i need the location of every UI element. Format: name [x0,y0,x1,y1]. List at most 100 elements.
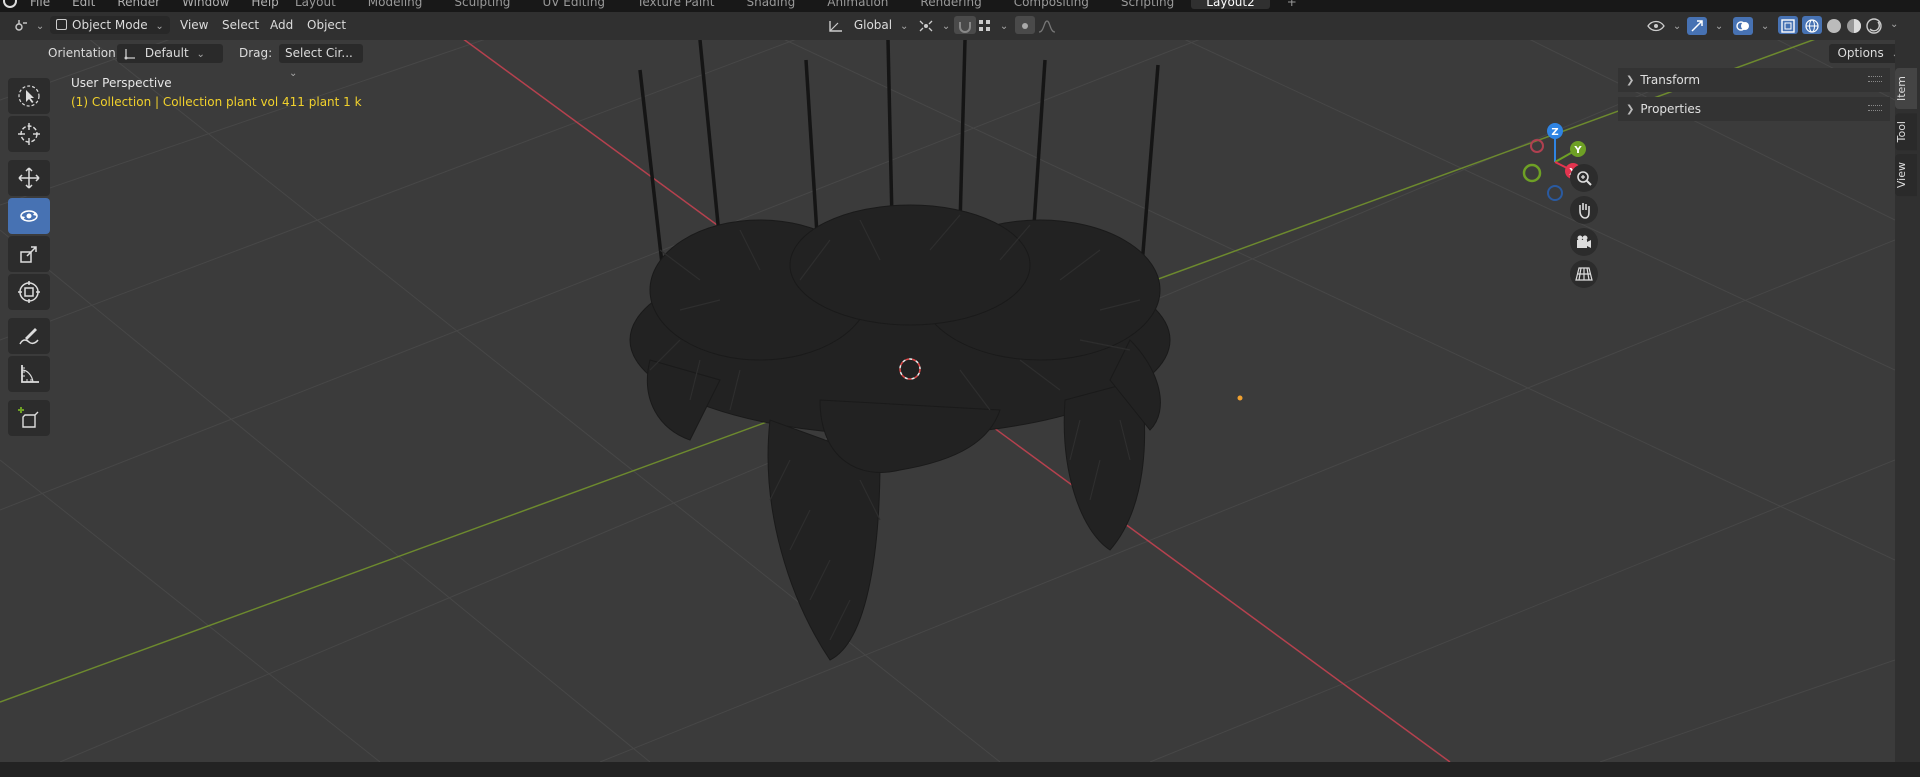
gizmo-neg-z-axis[interactable] [1547,185,1563,201]
snap-toggle[interactable] [954,16,976,34]
3d-viewport[interactable]: User Perspective (1) Collection | Collec… [0,40,1895,762]
select-tool[interactable] [8,78,50,114]
sidebar-tabs: Item Tool View [1895,68,1920,201]
overlays-toggle[interactable] [1733,16,1769,35]
editor-type-button[interactable] [12,16,44,34]
gizmo-neg-x-axis[interactable] [1530,139,1544,153]
xray-icon [1781,18,1795,33]
menu-select[interactable]: Select [222,16,259,34]
drag-handle-icon[interactable] [1868,105,1882,111]
perspective-label: User Perspective [71,76,172,90]
eye-icon [1647,20,1665,31]
orientation-icon [829,20,842,32]
tool-settings-bar: Orientation: Default Drag: Select Cir...… [0,40,1920,66]
orientation-label: Global [853,18,893,32]
perspective-ortho-icon[interactable] [1570,260,1598,288]
gizmo-y-label: Y [1573,145,1582,156]
tab-modeling[interactable]: Modeling [353,0,438,9]
tab-shading[interactable]: Shading [731,0,810,9]
tab-item[interactable]: Item [1895,68,1917,110]
overlays-icon [1733,16,1753,35]
tab-view[interactable]: View [1895,154,1917,197]
transform-tool[interactable] [8,274,50,310]
gizmo-icon [1687,16,1707,35]
mode-label: Object Mode [72,18,148,32]
menu-view[interactable]: View [180,16,208,34]
viewport-header: Object Mode View Select Add Object Globa… [0,12,1920,38]
pan-hand-icon[interactable] [1570,196,1598,224]
add-cube-tool[interactable] [8,400,50,436]
workspace-tabs: Layout Modeling Sculpting UV Editing Tex… [280,0,1312,9]
pivot-point-dropdown[interactable] [918,16,950,34]
chevron-right-icon: ❯ [1626,74,1635,86]
tab-uv-editing[interactable]: UV Editing [527,0,620,9]
tab-sculpting[interactable]: Sculpting [439,0,525,9]
status-bar [0,762,1920,777]
tab-texture-paint[interactable]: Texture Paint [622,0,729,9]
tab-rendering[interactable]: Rendering [905,0,996,9]
rendered-sphere-icon [1866,17,1882,34]
falloff-curve-icon [1038,19,1056,33]
add-workspace-button[interactable]: + [1272,0,1312,9]
menu-render[interactable]: Render [113,0,164,9]
annotate-tool[interactable] [8,318,50,354]
gizmo-z-label: Z [1551,127,1558,138]
proportional-editing-toggle[interactable] [1015,16,1035,34]
main-menu: File Edit Render Window Help [26,0,283,9]
mode-dropdown[interactable]: Object Mode [50,16,170,34]
panel-properties[interactable]: ❯ Properties [1618,97,1890,121]
transform-orientation-dropdown[interactable]: Global [828,16,908,34]
annotate-icon [19,328,39,345]
move-tool[interactable] [8,160,50,196]
snap-target-dropdown[interactable] [978,16,1008,34]
panel-transform-label: Transform [1640,73,1701,87]
tab-tool[interactable]: Tool [1895,113,1917,151]
solid-shading-button[interactable] [1826,16,1842,34]
shading-options-dropdown[interactable]: ⌄ [1890,16,1898,34]
drag-label: Drag: [239,46,273,60]
orientation-dropdown[interactable]: Default [117,44,223,63]
collection-label: (1) Collection | Collection plant vol 41… [71,95,362,109]
options-label: Options [1837,46,1884,60]
measure-tool[interactable] [8,356,50,392]
menu-help[interactable]: Help [247,0,282,9]
rotate-tool[interactable] [8,198,50,234]
scale-tool[interactable] [8,236,50,272]
pivot-icon [919,20,933,31]
panel-properties-label: Properties [1640,102,1702,116]
menu-add[interactable]: Add [270,16,293,34]
navigation-gizmo[interactable]: Z Y X [1520,120,1610,210]
chevron-right-icon: ❯ [1626,103,1635,115]
drag-handle-icon[interactable] [1868,76,1882,82]
tab-animation[interactable]: Animation [812,0,903,9]
rotate-icon [20,210,38,222]
wireframe-shading-button[interactable] [1802,16,1822,34]
solid-sphere-icon [1827,18,1841,33]
proportional-falloff-dropdown[interactable] [1038,16,1062,34]
gizmo-neg-y-axis[interactable] [1522,163,1542,183]
magnet-icon [959,21,971,33]
menu-object[interactable]: Object [307,16,346,34]
blender-logo-icon[interactable] [3,0,17,8]
material-shading-button[interactable] [1846,16,1862,34]
visibility-dropdown[interactable] [1647,16,1681,34]
tab-layout2[interactable]: Layout2 [1191,0,1270,9]
menu-window[interactable]: Window [178,0,233,9]
tab-layout[interactable]: Layout [280,0,351,9]
cursor-tool[interactable] [8,116,50,152]
zoom-icon[interactable] [1570,164,1598,192]
xray-toggle[interactable] [1778,16,1798,34]
rendered-shading-button[interactable] [1866,16,1882,34]
gizmo-toggle[interactable] [1687,16,1723,35]
add-cube-icon [18,407,39,428]
drag-value: Select Cir... [285,46,353,60]
tab-scripting[interactable]: Scripting [1106,0,1189,9]
camera-view-icon[interactable] [1570,228,1598,256]
panel-transform[interactable]: ❯ Transform [1618,68,1890,92]
menu-file[interactable]: File [26,0,54,9]
menu-edit[interactable]: Edit [68,0,99,9]
object-mode-icon [56,19,67,30]
tab-compositing[interactable]: Compositing [999,0,1104,9]
drag-dropdown[interactable]: Select Cir... [279,44,363,63]
top-menu-bar: File Edit Render Window Help Layout Mode… [0,0,1920,12]
